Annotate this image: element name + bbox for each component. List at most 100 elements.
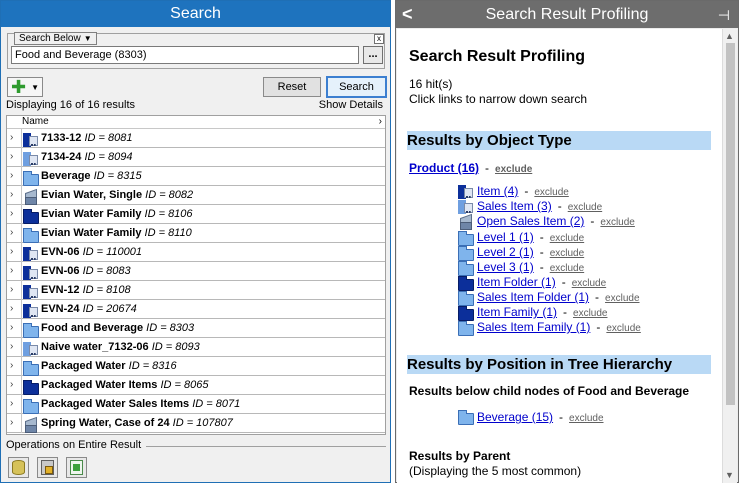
row-id: ID = 8081 [84, 132, 133, 144]
hint-text: Click links to narrow down search [409, 92, 588, 106]
row-id: ID = 8110 [144, 227, 192, 239]
search-panel: Search Search Below▼ x ... ✚ ▼ Reset Sea… [0, 0, 391, 483]
search-input[interactable] [11, 46, 359, 64]
scrollbar[interactable]: ▲ ▼ [722, 29, 737, 483]
divider [21, 243, 22, 262]
expand-chevron-icon[interactable]: › [10, 265, 13, 276]
export-button[interactable] [66, 457, 87, 478]
reset-button[interactable]: Reset [263, 77, 321, 97]
object-type-link[interactable]: Open Sales Item (2) [477, 214, 584, 228]
table-row[interactable]: › Packaged Water Sales Items ID = 8071 [7, 395, 385, 414]
table-row[interactable]: › Evian Water, Single ID = 8082 [7, 186, 385, 205]
row-id: ID = 8303 [146, 322, 195, 334]
object-type-link[interactable]: Item Folder (1) [477, 275, 556, 289]
lock-button[interactable] [37, 457, 58, 478]
exclude-link[interactable]: exclude [573, 308, 607, 319]
object-type-link[interactable]: Level 1 (1) [477, 230, 534, 244]
table-row[interactable]: › Beverage ID = 8315 [7, 167, 385, 186]
table-row[interactable]: › 7133-12 ID = 8081 [7, 129, 385, 148]
close-icon[interactable]: x [374, 34, 384, 44]
show-details-link[interactable]: Show Details [319, 99, 383, 111]
table-row[interactable]: › EVN-12 ID = 8108 [7, 281, 385, 300]
chevron-right-icon[interactable]: › [379, 116, 382, 128]
table-row[interactable]: › Naive water_7132-06 ID = 8093 [7, 338, 385, 357]
profiling-panel-title: < Search Result Profiling ⊣ [396, 1, 738, 28]
scroll-thumb[interactable] [726, 43, 735, 405]
divider [21, 357, 22, 376]
expand-chevron-icon[interactable]: › [10, 398, 13, 409]
table-row[interactable]: › Evian Water Family ID = 8110 [7, 224, 385, 243]
pin-icon[interactable]: ⊣ [718, 2, 730, 29]
expand-chevron-icon[interactable]: › [10, 227, 13, 238]
add-criteria-button[interactable]: ✚ ▼ [7, 77, 43, 97]
item-icon [23, 284, 39, 299]
product-link[interactable]: Product (16) [409, 161, 479, 175]
browse-button[interactable]: ... [363, 46, 383, 64]
back-icon[interactable]: < [402, 1, 413, 28]
expand-chevron-icon[interactable]: › [10, 417, 13, 428]
exclude-link[interactable]: exclude [550, 233, 584, 244]
exclude-link[interactable]: exclude [495, 164, 532, 175]
object-type-link[interactable]: Sales Item Family (1) [477, 320, 590, 334]
folder-icon [458, 260, 474, 276]
exclude-link[interactable]: exclude [550, 263, 584, 274]
expand-chevron-icon[interactable]: › [10, 341, 13, 352]
divider [21, 186, 22, 205]
beverage-link[interactable]: Beverage (15) [477, 410, 553, 424]
expand-chevron-icon[interactable]: › [10, 151, 13, 162]
search-scope-dropdown[interactable]: Search Below ▼ [14, 32, 97, 45]
row-id: ID = 8106 [144, 208, 193, 220]
expand-chevron-icon[interactable]: › [10, 170, 13, 181]
object-type-link[interactable]: Level 3 (1) [477, 260, 534, 274]
object-type-link[interactable]: Item Family (1) [477, 305, 557, 319]
table-row[interactable]: › Evian Water Family ID = 8106 [7, 205, 385, 224]
search-button[interactable]: Search [326, 76, 387, 98]
expand-chevron-icon[interactable]: › [10, 303, 13, 314]
expand-chevron-icon[interactable]: › [10, 208, 13, 219]
column-header-name[interactable]: Name [22, 116, 49, 128]
exclude-link[interactable]: exclude [572, 278, 606, 289]
expand-chevron-icon[interactable]: › [10, 379, 13, 390]
row-id: ID = 8316 [128, 360, 177, 372]
expand-chevron-icon[interactable]: › [10, 189, 13, 200]
folder-icon [458, 320, 474, 336]
table-row[interactable]: › EVN-24 ID = 20674 [7, 300, 385, 319]
table-row[interactable]: › Food and Beverage ID = 8303 [7, 319, 385, 338]
object-type-link[interactable]: Sales Item Folder (1) [477, 290, 589, 304]
database-button[interactable] [8, 457, 29, 478]
section-position: Results by Position in Tree Hierarchy [407, 355, 711, 374]
folder-icon [23, 322, 39, 338]
divider [21, 300, 22, 319]
expand-chevron-icon[interactable]: › [10, 322, 13, 333]
profiling-panel: < Search Result Profiling ⊣ Search Resul… [395, 0, 739, 483]
row-name: Spring Water, Case of 24 [41, 417, 170, 429]
expand-chevron-icon[interactable]: › [10, 284, 13, 295]
exclude-link[interactable]: exclude [569, 413, 603, 424]
exclude-link[interactable]: exclude [606, 323, 640, 334]
exclude-link[interactable]: exclude [600, 217, 634, 228]
expand-chevron-icon[interactable]: › [10, 132, 13, 143]
object-type-link[interactable]: Item (4) [477, 184, 518, 198]
exclude-link[interactable]: exclude [605, 293, 639, 304]
lock-icon [41, 460, 54, 475]
scroll-up-icon[interactable]: ▲ [725, 31, 734, 41]
object-type-link[interactable]: Level 2 (1) [477, 245, 534, 259]
folder-icon [23, 227, 39, 243]
exclude-link[interactable]: exclude [568, 202, 602, 213]
row-id: ID = 8315 [93, 170, 142, 182]
table-row[interactable]: › Packaged Water Items ID = 8065 [7, 376, 385, 395]
scroll-down-icon[interactable]: ▼ [725, 470, 734, 480]
table-row[interactable]: › 7134-24 ID = 8094 [7, 148, 385, 167]
parent-label: Results by Parent [409, 449, 511, 463]
table-header[interactable]: Name › [7, 116, 385, 129]
table-row[interactable]: › Packaged Water ID = 8316 [7, 357, 385, 376]
table-row[interactable]: › EVN-06 ID = 8083 [7, 262, 385, 281]
table-row[interactable]: › EVN-06 ID = 110001 [7, 243, 385, 262]
object-type-link[interactable]: Sales Item (3) [477, 199, 552, 213]
row-label: EVN-24 ID = 20674 [41, 303, 371, 315]
expand-chevron-icon[interactable]: › [10, 246, 13, 257]
exclude-link[interactable]: exclude [550, 248, 584, 259]
exclude-link[interactable]: exclude [534, 187, 568, 198]
expand-chevron-icon[interactable]: › [10, 360, 13, 371]
table-row[interactable]: › Spring Water, Case of 24 ID = 107807 [7, 414, 385, 433]
